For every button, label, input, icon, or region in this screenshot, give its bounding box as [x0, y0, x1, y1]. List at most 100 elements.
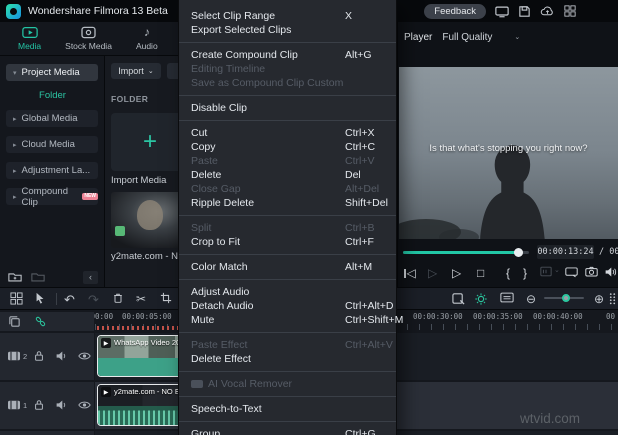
menu-item-delete[interactable]: Delete Del — [179, 168, 396, 182]
menu-item-disable-clip[interactable]: Disable Clip — [179, 101, 396, 115]
thumbnail-badge-icon — [115, 226, 125, 236]
snapshot-camera-icon[interactable] — [585, 266, 598, 277]
menu-item-shortcut: Ctrl+V — [345, 155, 375, 167]
sidebar-item-global-media[interactable]: ▸ Global Media — [6, 110, 98, 127]
collapse-panel-button[interactable]: ‹ — [83, 270, 98, 284]
feedback-button[interactable]: Feedback — [424, 3, 486, 19]
track-number: 1 — [23, 400, 28, 410]
select-cursor-icon[interactable] — [34, 292, 46, 304]
menu-item-shortcut: X — [345, 10, 353, 22]
save-project-icon[interactable] — [518, 5, 531, 18]
playback-controls: ◁ ▷ ▷ □ { } ⌄ — [398, 264, 618, 286]
edit-point-icon[interactable] — [540, 266, 552, 277]
tab-audio[interactable]: ♪ Audio — [135, 25, 158, 52]
menu-item-create-compound-clip[interactable]: Create Compound Clip Alt+G — [179, 48, 396, 62]
menu-item-editing-timeline[interactable]: Editing Timeline — [179, 62, 396, 76]
lock-track-icon[interactable] — [33, 350, 45, 362]
split-scissors-icon[interactable]: ✂ — [136, 292, 146, 306]
sidebar-item-compound-clip[interactable]: ▸ Compound Clip NEW — [6, 186, 98, 208]
menu-item-close-gap[interactable]: Close Gap Alt+Del — [179, 182, 396, 196]
zoom-slider-knob[interactable] — [562, 294, 570, 302]
keyframe-grid-icon[interactable] — [609, 292, 616, 305]
redo-icon[interactable]: ↷ — [88, 292, 99, 308]
hide-track-eye-icon[interactable] — [78, 351, 91, 361]
menu-item-label: AI Vocal Remover — [208, 378, 293, 390]
caret-right-icon: ▸ — [13, 141, 17, 149]
menu-group: Select Clip Range X Export Selected Clips — [179, 4, 396, 42]
mark-in-button[interactable]: { — [506, 266, 510, 280]
mark-out-button[interactable]: } — [523, 266, 527, 280]
timeline-zoom-slider[interactable] — [544, 294, 584, 302]
track-height-icon[interactable] — [500, 292, 514, 303]
sidebar-item-cloud-media[interactable]: ▸ Cloud Media — [6, 136, 98, 153]
caret-down-icon: ▾ — [13, 69, 17, 77]
menu-item-paste-effect[interactable]: Paste Effect Ctrl+Alt+V — [179, 338, 396, 352]
menu-item-paste[interactable]: Paste Ctrl+V — [179, 154, 396, 168]
new-folder-icon[interactable] — [8, 271, 22, 283]
current-timecode[interactable]: 00:00:13:24 — [537, 245, 594, 259]
menu-item-detach-audio[interactable]: Detach Audio Ctrl+Alt+D — [179, 299, 396, 313]
menu-item-split[interactable]: Split Ctrl+B — [179, 221, 396, 235]
cloud-upload-icon[interactable] — [540, 5, 555, 17]
track-header-1: 1 — [0, 382, 94, 429]
hide-track-eye-icon[interactable] — [78, 400, 91, 410]
undo-icon[interactable]: ↶ — [64, 292, 75, 308]
previous-frame-button[interactable]: ◁ — [404, 266, 416, 280]
mute-track-icon[interactable] — [55, 350, 68, 362]
menu-item-delete-effect[interactable]: Delete Effect — [179, 352, 396, 366]
menu-item-ripple-delete[interactable]: Ripple Delete Shift+Del — [179, 196, 396, 210]
link-clips-icon[interactable] — [34, 315, 47, 328]
play-reverse-button[interactable]: ▷ — [428, 266, 437, 280]
stop-button[interactable]: □ — [477, 266, 484, 280]
zoom-out-icon[interactable]: ⊖ — [526, 292, 536, 306]
full-screen-display-icon[interactable] — [565, 266, 578, 278]
audio-icon: ♪ — [143, 25, 150, 39]
ai-magic-icon[interactable] — [474, 292, 488, 306]
menu-item-color-match[interactable]: Color Match Alt+M — [179, 260, 396, 274]
lock-track-icon[interactable] — [33, 399, 45, 411]
menu-item-save-as-compound-clip-custom[interactable]: Save as Compound Clip Custom — [179, 76, 396, 90]
display-mode-icon[interactable] — [495, 5, 509, 18]
play-button[interactable]: ▷ — [452, 266, 461, 280]
menu-item-cut[interactable]: Cut Ctrl+X — [179, 126, 396, 140]
import-button[interactable]: Import ⌄ — [111, 63, 161, 79]
media-library-grid-icon[interactable] — [10, 292, 23, 305]
ruler-label: 00:00:05:00 — [122, 312, 172, 321]
render-preview-icon[interactable] — [452, 292, 465, 305]
mute-track-icon[interactable] — [55, 399, 68, 411]
delete-trash-icon[interactable] — [112, 292, 124, 304]
seek-knob[interactable] — [513, 247, 523, 257]
menu-item-select-clip-range[interactable]: Select Clip Range X — [179, 9, 396, 23]
menu-item-label: Disable Clip — [191, 102, 248, 114]
menu-item-label: Detach Audio — [191, 300, 254, 312]
person-silhouette — [480, 144, 546, 239]
volume-speaker-icon[interactable] — [604, 266, 617, 278]
sidebar-item-adjustment-layer[interactable]: ▸ Adjustment La... — [6, 162, 98, 179]
menu-item-export-selected-clips[interactable]: Export Selected Clips — [179, 23, 396, 37]
crop-icon[interactable] — [160, 292, 172, 304]
menu-item-mute[interactable]: Mute Ctrl+Shift+M — [179, 313, 403, 327]
menu-item-copy[interactable]: Copy Ctrl+C — [179, 140, 396, 154]
menu-item-label: Color Match — [191, 261, 248, 273]
duplicate-icon[interactable] — [8, 315, 21, 328]
caret-right-icon: ▸ — [13, 193, 17, 201]
ruler-label: 00 — [606, 312, 616, 321]
video-track-icon: 1 — [7, 399, 27, 411]
workspace-layout-icon[interactable] — [564, 5, 576, 17]
menu-item-group[interactable]: Group Ctrl+G — [179, 427, 396, 435]
chevron-down-icon[interactable]: ⌄ — [554, 266, 560, 274]
menu-item-crop-to-fit[interactable]: Crop to Fit Ctrl+F — [179, 235, 396, 249]
seek-bar[interactable] — [403, 247, 529, 257]
quality-selector[interactable]: Full Quality ⌄ — [442, 32, 520, 43]
delete-folder-icon[interactable] — [31, 271, 45, 283]
menu-item-ai-vocal-remover[interactable]: AI Vocal Remover — [179, 377, 396, 391]
zoom-in-icon[interactable]: ⊕ — [594, 292, 604, 306]
tab-media[interactable]: Media — [18, 26, 41, 51]
menu-item-adjust-audio[interactable]: Adjust Audio — [179, 285, 396, 299]
menu-item-label: Mute — [191, 314, 215, 326]
tab-label: Audio — [135, 41, 158, 51]
menu-item-speech-to-text[interactable]: Speech-to-Text — [179, 402, 396, 416]
video-track-icon: 2 — [7, 350, 27, 362]
sidebar-item-project-media[interactable]: ▾ Project Media — [6, 64, 98, 81]
tab-stock-media[interactable]: Stock Media — [65, 26, 112, 51]
